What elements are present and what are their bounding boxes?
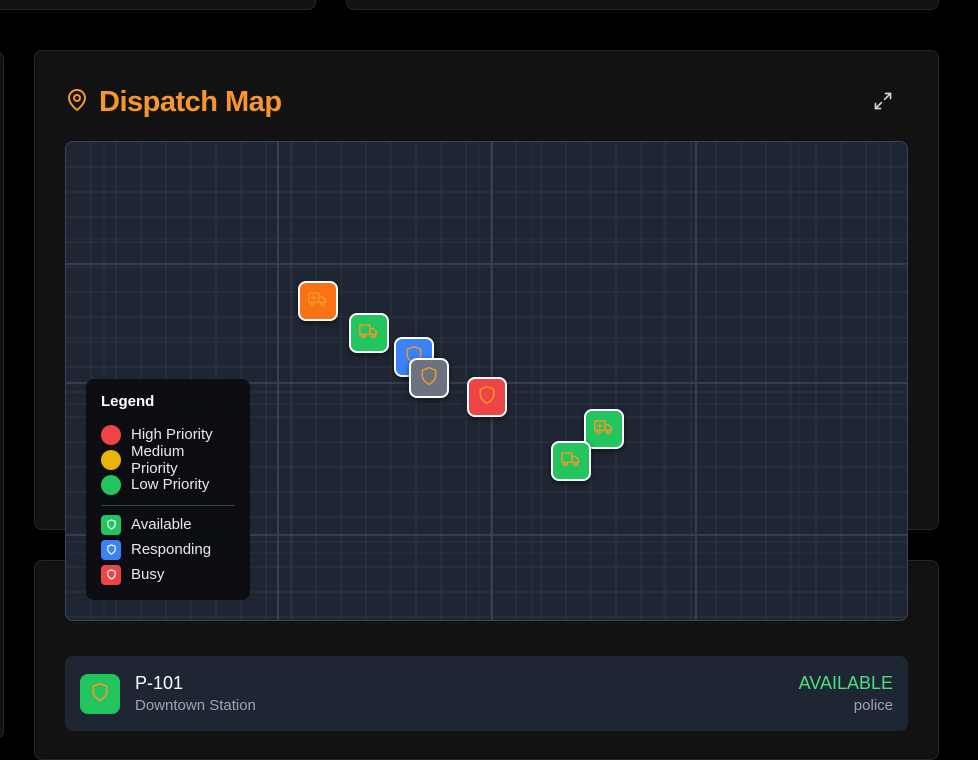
high-priority-dot-icon	[101, 424, 121, 445]
unit-id: P-101	[135, 673, 184, 693]
truck-icon	[561, 449, 581, 474]
legend-item-label: Available	[131, 516, 192, 533]
expand-icon	[873, 91, 893, 116]
legend-item-label: High Priority	[131, 426, 213, 443]
shield-icon	[90, 682, 110, 707]
top-panel-right	[346, 0, 939, 10]
dispatch-map-header: Dispatch Map	[65, 86, 282, 119]
unit-list-item[interactable]: P-101 Downtown Station AVAILABLE police	[65, 656, 908, 731]
map-marker-ambulance-incident[interactable]	[298, 281, 338, 321]
map-legend: Legend High Priority Medium Priority Low…	[86, 379, 250, 600]
shield-icon	[101, 514, 121, 535]
status-badge: AVAILABLE	[798, 673, 893, 693]
legend-item-medium-priority: Medium Priority	[101, 443, 235, 477]
legend-title: Legend	[101, 393, 155, 410]
side-panel	[0, 51, 4, 739]
legend-item-label: Medium Priority	[130, 442, 185, 477]
truck-icon	[359, 321, 379, 346]
unit-type-badge	[80, 674, 120, 714]
shield-icon	[419, 366, 439, 391]
legend-item-responding: Responding	[101, 537, 235, 562]
unit-type: police	[853, 697, 893, 714]
top-panel-left	[0, 0, 316, 10]
legend-item-busy: Busy	[101, 562, 235, 587]
shield-icon	[101, 564, 121, 585]
shield-icon	[101, 539, 121, 560]
page-title: Dispatch Map	[99, 86, 282, 118]
map-pin-icon	[65, 88, 89, 117]
dispatch-map[interactable]: Legend High Priority Medium Priority Low…	[65, 141, 908, 621]
map-marker-police-busy[interactable]	[467, 377, 507, 417]
map-marker-police-offline[interactable]	[409, 358, 449, 398]
map-marker-truck-available[interactable]	[349, 313, 389, 353]
ambulance-icon	[308, 289, 328, 314]
expand-map-button[interactable]	[869, 89, 897, 117]
map-marker-truck-available-2[interactable]	[551, 441, 591, 481]
unit-station: Downtown Station	[135, 697, 256, 714]
map-marker-ambulance-available[interactable]	[584, 409, 624, 449]
low-priority-dot-icon	[101, 474, 121, 495]
legend-item-available: Available	[101, 512, 235, 537]
shield-icon	[477, 385, 497, 410]
legend-item-label: Responding	[131, 541, 212, 558]
legend-item-label: Busy	[131, 566, 165, 583]
legend-divider	[101, 505, 235, 506]
ambulance-icon	[594, 417, 614, 442]
medium-priority-dot-icon	[101, 449, 121, 470]
legend-item-label: Low Priority	[131, 476, 210, 493]
